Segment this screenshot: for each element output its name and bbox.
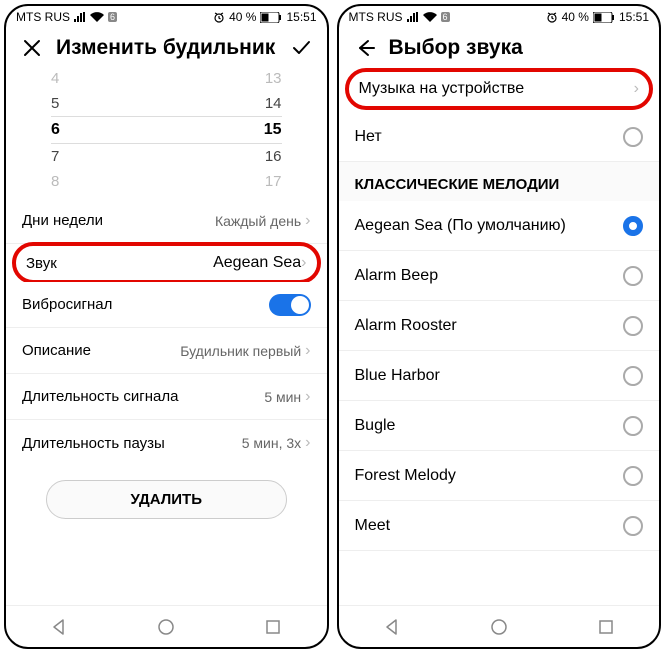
radio-unselected[interactable] <box>623 416 643 436</box>
sound-options-list: Aegean Sea (По умолчанию) Alarm Beep Alarm… <box>339 201 660 605</box>
radio-unselected[interactable] <box>623 516 643 536</box>
carrier-label: MTS RUS <box>349 10 403 24</box>
option-label: Blue Harbor <box>355 367 440 385</box>
wifi-icon <box>90 12 104 22</box>
row-label: Длительность сигнала <box>22 388 178 405</box>
chevron-right-icon: › <box>305 389 310 405</box>
battery-icon <box>593 12 615 23</box>
alarm-icon <box>546 11 558 23</box>
signal-icon <box>407 12 419 22</box>
row-label: Описание <box>22 342 91 359</box>
settings-list: Дни недели Каждый день› Звук Aegean Sea›… <box>6 198 327 605</box>
chevron-right-icon: › <box>301 254 306 271</box>
radio-unselected[interactable] <box>623 316 643 336</box>
chevron-right-icon: › <box>305 213 310 229</box>
chevron-right-icon: › <box>305 435 310 451</box>
row-label: Дни недели <box>22 212 103 229</box>
header-sound-select: Выбор звука <box>339 28 660 66</box>
option-label: Нет <box>355 128 382 146</box>
nav-recent-icon[interactable] <box>264 618 282 636</box>
carrier-label: MTS RUS <box>16 10 70 24</box>
row-label: Звук <box>26 255 57 272</box>
signal-icon <box>74 12 86 22</box>
time-picker[interactable]: 413 514 615 716 817 <box>6 66 327 198</box>
row-label: Музыка на устройстве <box>359 80 525 98</box>
chevron-right-icon: › <box>305 343 310 359</box>
radio-unselected[interactable] <box>623 466 643 486</box>
row-label: Вибросигнал <box>22 296 112 313</box>
row-sound-highlighted[interactable]: Звук Aegean Sea› <box>12 242 321 284</box>
sound-option[interactable]: Aegean Sea (По умолчанию) <box>339 201 660 251</box>
sound-option[interactable]: Alarm Rooster <box>339 301 660 351</box>
option-label: Alarm Rooster <box>355 317 457 335</box>
battery-pct: 40 % <box>229 10 256 24</box>
battery-icon <box>260 12 282 23</box>
sound-option[interactable]: Blue Harbor <box>339 351 660 401</box>
option-label: Aegean Sea (По умолчанию) <box>355 217 566 235</box>
radio-unselected[interactable] <box>623 127 643 147</box>
row-music-on-device-highlighted[interactable]: Музыка на устройстве › <box>345 68 654 110</box>
sim-badge: 6 <box>441 12 450 22</box>
page-title: Изменить будильник <box>56 36 277 60</box>
android-navbar <box>6 605 327 647</box>
option-label: Meet <box>355 517 391 535</box>
wifi-icon <box>423 12 437 22</box>
chevron-right-icon: › <box>634 81 639 97</box>
option-label: Alarm Beep <box>355 267 439 285</box>
nav-back-icon[interactable] <box>383 618 401 636</box>
page-title: Выбор звука <box>389 36 646 60</box>
clock-time: 15:51 <box>286 10 316 24</box>
status-bar: MTS RUS 6 40 % 15:51 <box>339 6 660 28</box>
sound-option[interactable]: Meet <box>339 501 660 551</box>
android-navbar <box>339 605 660 647</box>
status-bar: MTS RUS 6 40 % 15:51 <box>6 6 327 28</box>
nav-recent-icon[interactable] <box>597 618 615 636</box>
radio-unselected[interactable] <box>623 266 643 286</box>
row-label: Длительность паузы <box>22 435 165 452</box>
sim-badge: 6 <box>108 12 117 22</box>
row-description[interactable]: Описание Будильник первый› <box>6 328 327 374</box>
section-classic-melodies: КЛАССИЧЕСКИЕ МЕЛОДИИ <box>339 162 660 201</box>
delete-button[interactable]: УДАЛИТЬ <box>46 480 287 519</box>
radio-unselected[interactable] <box>623 366 643 386</box>
nav-home-icon[interactable] <box>490 618 508 636</box>
alarm-icon <box>213 11 225 23</box>
header-edit-alarm: Изменить будильник <box>6 28 327 66</box>
row-days[interactable]: Дни недели Каждый день› <box>6 198 327 244</box>
option-label: Bugle <box>355 417 396 435</box>
phone-right: MTS RUS 6 40 % 15:51 Выбор звука <box>337 4 662 649</box>
row-vibration[interactable]: Вибросигнал <box>6 282 327 328</box>
option-none[interactable]: Нет <box>339 112 660 162</box>
radio-selected[interactable] <box>623 216 643 236</box>
back-icon[interactable] <box>353 36 377 60</box>
row-signal-length[interactable]: Длительность сигнала 5 мин› <box>6 374 327 420</box>
toggle-on[interactable] <box>269 294 311 316</box>
battery-pct: 40 % <box>562 10 589 24</box>
sound-option[interactable]: Bugle <box>339 401 660 451</box>
nav-back-icon[interactable] <box>50 618 68 636</box>
confirm-icon[interactable] <box>289 36 313 60</box>
clock-time: 15:51 <box>619 10 649 24</box>
option-label: Forest Melody <box>355 467 456 485</box>
nav-home-icon[interactable] <box>157 618 175 636</box>
close-icon[interactable] <box>20 36 44 60</box>
sound-option[interactable]: Forest Melody <box>339 451 660 501</box>
row-pause-length[interactable]: Длительность паузы 5 мин, 3x› <box>6 420 327 466</box>
phone-left: MTS RUS 6 40 % 15:51 Изменить будильник <box>4 4 329 649</box>
sound-option[interactable]: Alarm Beep <box>339 251 660 301</box>
